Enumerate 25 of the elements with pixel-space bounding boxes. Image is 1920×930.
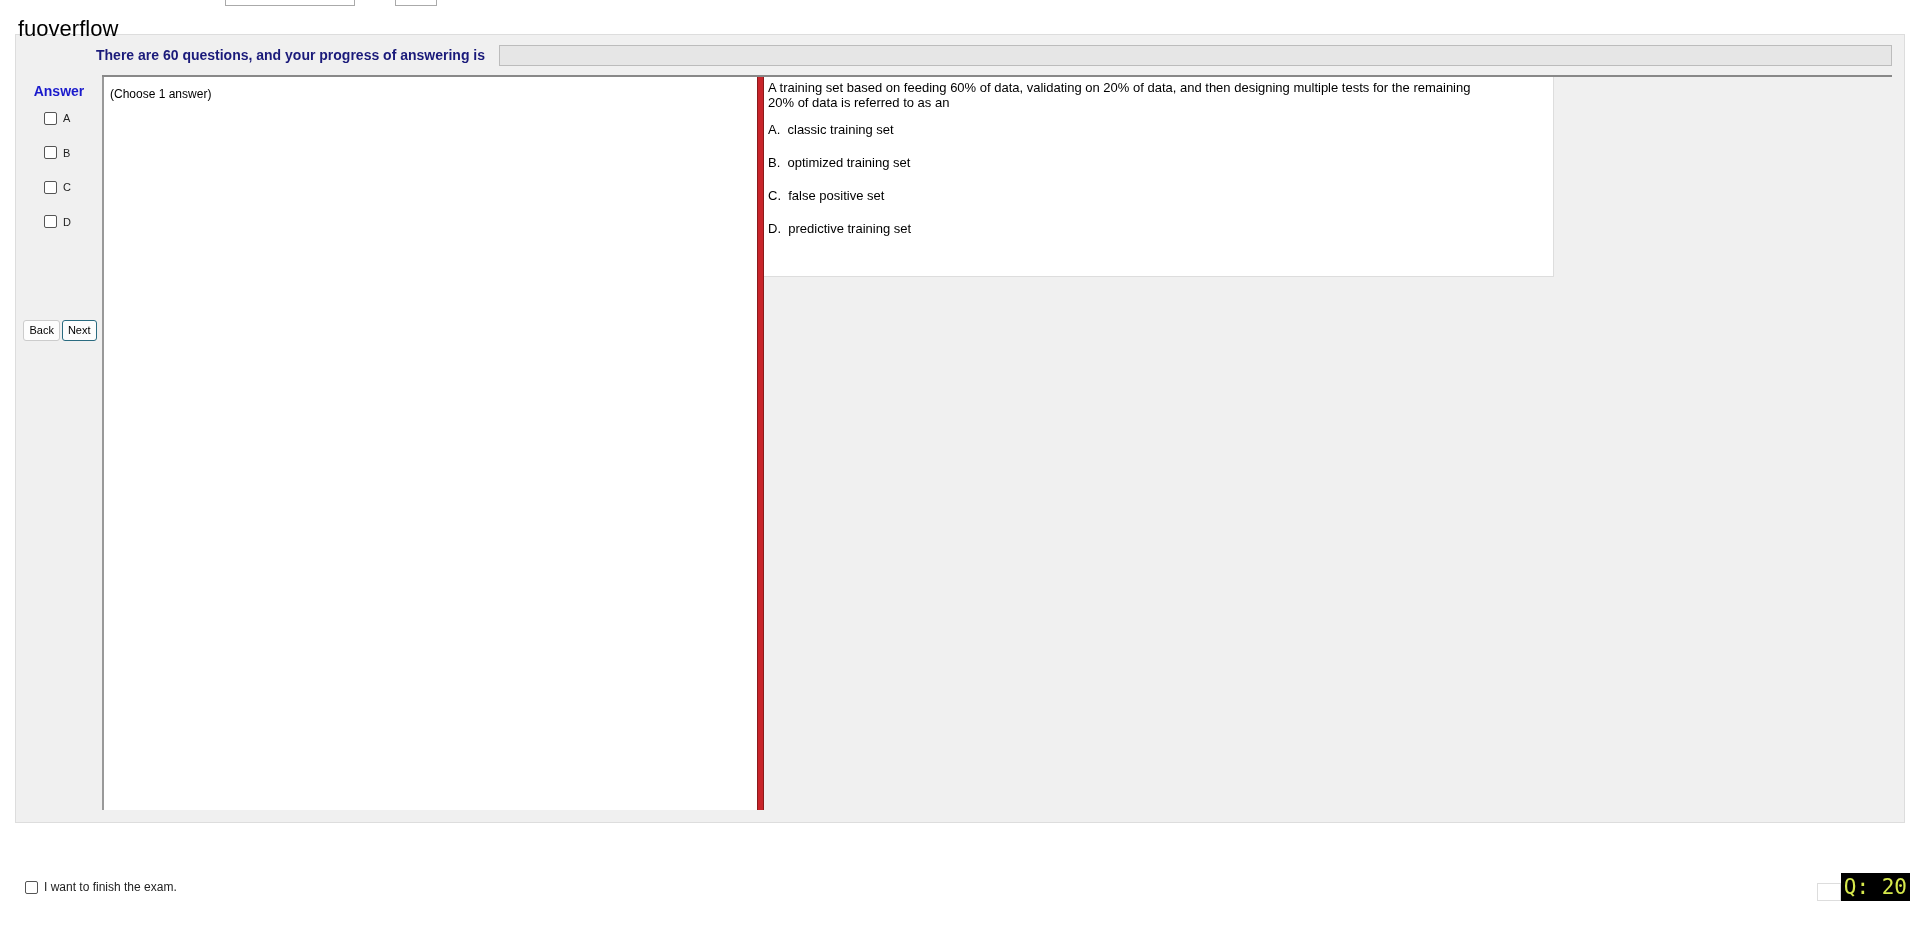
nav-button[interactable]: Back (23, 320, 60, 341)
answer-heading: Answer (33, 82, 85, 101)
small-field[interactable] (1816, 883, 1841, 901)
answer-checkbox[interactable] (44, 146, 57, 160)
finish-label: I want to finish the exam. (44, 879, 177, 896)
answer-checkbox[interactable] (44, 111, 57, 125)
choice-text: A. classic training set (768, 122, 895, 138)
instruction-text: (Choose 1 answer) (110, 87, 212, 101)
dropdown-field[interactable] (225, 0, 355, 6)
spin-field[interactable] (395, 0, 437, 6)
nav-button[interactable]: Next (61, 320, 97, 341)
question-counter: Q: 20 (1840, 873, 1910, 901)
option-label: A (63, 111, 71, 126)
finish-checkbox[interactable] (25, 880, 38, 894)
question-text: A training set based on feeding 60% of data, validating on 20% of data, and then designing multiple tests for the remaining 20% of data is referred to as an (768, 80, 1472, 110)
answer-checkbox[interactable] (44, 180, 57, 194)
app-title: fuoverflow (18, 18, 119, 40)
option-label: B (63, 145, 71, 161)
choice-text: B. optimized training set (768, 155, 912, 171)
answer-checkbox[interactable] (44, 215, 57, 229)
option-label: D (63, 214, 71, 230)
progress-label: There are 60 questions, and your progress of answering is (96, 45, 485, 65)
choice-text: C. false positive set (768, 188, 886, 204)
choice-text: D. predictive training set (768, 221, 913, 237)
option-label: C (63, 180, 71, 195)
